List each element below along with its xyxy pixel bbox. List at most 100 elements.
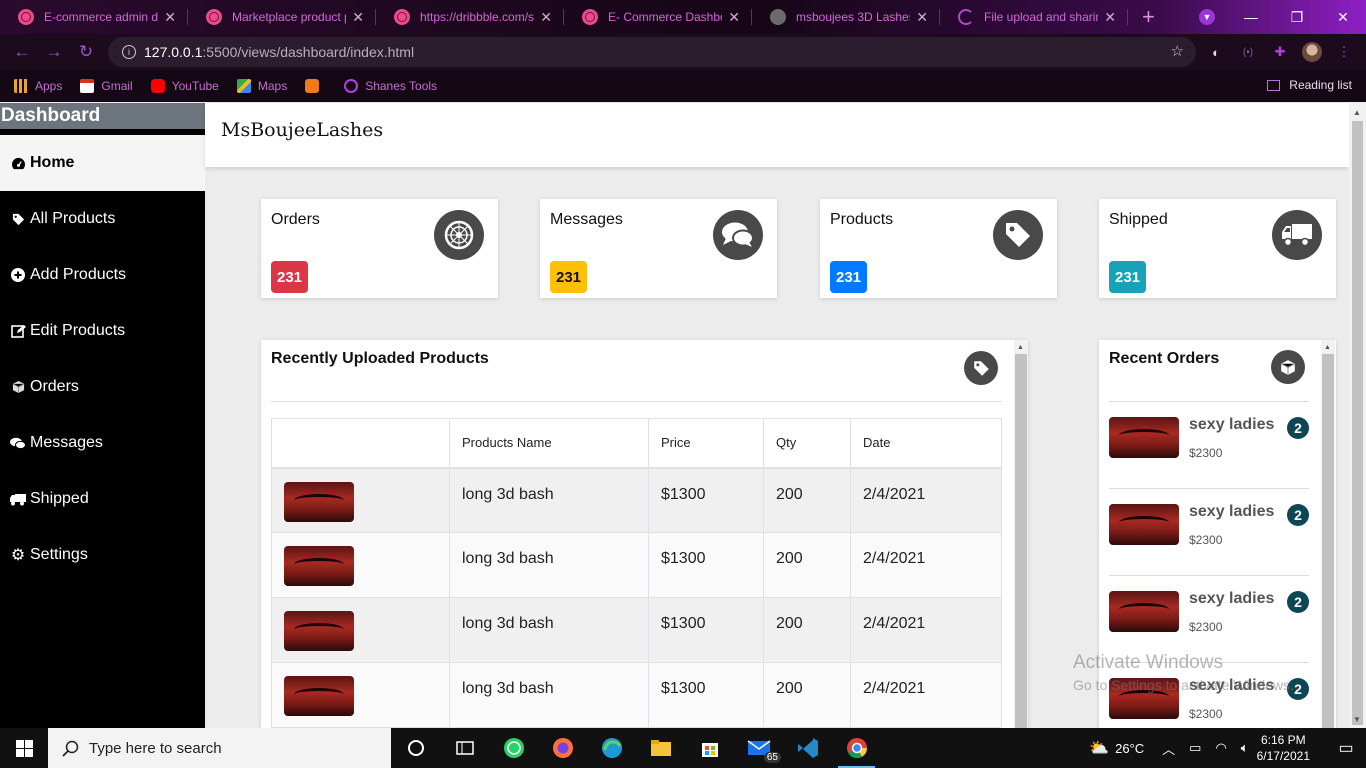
browser-tab[interactable]: E-commerce admin da ✕ <box>0 0 188 34</box>
scrollbar-thumb[interactable] <box>1015 354 1027 728</box>
browser-tab[interactable]: Marketplace product p ✕ <box>188 0 376 34</box>
table-row[interactable]: long 3d bash $1300 200 2/4/2021 <box>271 467 1002 533</box>
window-controls: — ❐ ✕ <box>1228 0 1366 34</box>
stat-card-orders[interactable]: Orders 231 <box>261 199 498 298</box>
browser-tab[interactable]: File upload and sharin ✕ <box>940 0 1128 34</box>
sidebar-item-shipped[interactable]: Shipped <box>0 471 205 527</box>
mail-button[interactable]: 65 <box>734 728 783 768</box>
chevron-down-icon[interactable]: ▼ <box>1199 9 1215 25</box>
scroll-down-icon[interactable]: ▼ <box>1353 715 1361 724</box>
browser-tab[interactable]: E- Commerce Dashbo ✕ <box>564 0 752 34</box>
firefox-button[interactable] <box>538 728 587 768</box>
url-input[interactable]: i 127.0.0.1:5500/views/dashboard/index.h… <box>108 37 1196 67</box>
restore-button[interactable]: ❐ <box>1274 0 1320 34</box>
task-view-button[interactable] <box>440 728 489 768</box>
page-scrollbar[interactable]: ▲ ▼ <box>1349 103 1366 728</box>
sidebar-item-add-products[interactable]: Add Products <box>0 247 205 303</box>
edge-button[interactable] <box>587 728 636 768</box>
close-icon[interactable]: ✕ <box>352 9 364 26</box>
gmail-icon <box>80 79 95 93</box>
sidebar-item-orders[interactable]: Orders <box>0 359 205 415</box>
sidebar-item-home[interactable]: Home <box>0 135 205 191</box>
file-explorer-button[interactable] <box>636 728 685 768</box>
cog-icon: ⚙ <box>10 547 26 564</box>
list-item[interactable]: sexy ladies $2300 2 <box>1109 576 1309 663</box>
bookmark-maps[interactable]: Maps <box>236 79 287 93</box>
battery-icon[interactable]: ▭ <box>1189 740 1201 756</box>
address-bar: ← → ↻ i 127.0.0.1:5500/views/dashboard/i… <box>0 34 1366 70</box>
truck-icon <box>1272 210 1322 260</box>
bookmark-star-icon[interactable]: ☆ <box>1171 42 1184 60</box>
youtube-icon <box>150 79 165 93</box>
windows-start-button[interactable] <box>0 728 48 768</box>
table-row[interactable]: long 3d bash $1300 200 2/4/2021 <box>271 662 1002 728</box>
column-header: Products Name <box>449 418 649 469</box>
profile-avatar[interactable] <box>1302 42 1322 62</box>
bookmark-apps[interactable]: Apps <box>14 79 62 93</box>
reading-list-label: Reading list <box>1289 78 1352 92</box>
product-price: $1300 <box>648 467 764 533</box>
back-arrow-icon[interactable]: ← <box>6 42 38 62</box>
weather-temperature[interactable]: 26°C <box>1115 741 1144 756</box>
close-icon[interactable]: ✕ <box>164 9 176 26</box>
list-item[interactable]: sexy ladies $2300 2 <box>1109 489 1309 576</box>
new-tab-button[interactable]: + <box>1142 4 1155 30</box>
bookmark-extension[interactable] <box>305 79 326 93</box>
extension-icon[interactable]: ◐ <box>1206 42 1226 62</box>
taskbar-search-input[interactable]: Type here to search <box>48 728 391 768</box>
volume-icon[interactable]: 🔈︎ <box>1241 740 1249 756</box>
menu-dots-icon[interactable]: ⋮ <box>1334 42 1354 62</box>
browser-tab-bar: E-commerce admin da ✕ Marketplace product… <box>0 0 1366 34</box>
vscode-button[interactable] <box>783 728 832 768</box>
chrome-button[interactable] <box>832 728 881 768</box>
bookmark-youtube[interactable]: YouTube <box>150 79 219 93</box>
weather-cloud-icon[interactable]: ⛅ <box>1089 738 1109 758</box>
whatsapp-button[interactable] <box>489 728 538 768</box>
wifi-icon[interactable]: ◠ <box>1215 740 1226 756</box>
sidebar-item-edit-products[interactable]: Edit Products <box>0 303 205 359</box>
windows-logo-icon <box>15 739 33 757</box>
sidebar-item-settings[interactable]: ⚙ Settings <box>0 527 205 583</box>
store-icon <box>701 743 718 757</box>
close-icon[interactable]: ✕ <box>728 9 740 26</box>
product-date: 2/4/2021 <box>850 662 1002 728</box>
close-icon[interactable]: ✕ <box>540 9 552 26</box>
cortana-button[interactable] <box>391 728 440 768</box>
cast-icon[interactable]: (•) <box>1238 42 1258 62</box>
browser-tab[interactable]: https://dribbble.com/s ✕ <box>376 0 564 34</box>
taskbar-clock[interactable]: 6:16 PM 6/17/2021 <box>1257 732 1310 764</box>
scroll-up-icon[interactable]: ▲ <box>1017 344 1024 351</box>
sidebar-item-all-products[interactable]: All Products <box>0 191 205 247</box>
panel-scrollbar[interactable]: ▲ <box>1321 340 1335 728</box>
puzzle-icon[interactable]: ✚ <box>1270 42 1290 62</box>
list-item[interactable]: sexy ladies $2300 2 <box>1109 402 1309 489</box>
panel-scrollbar[interactable]: ▲ <box>1014 340 1028 728</box>
chevron-up-icon[interactable]: ︿ <box>1162 739 1175 758</box>
info-icon[interactable]: i <box>122 45 136 59</box>
sidebar-item-label: Shipped <box>30 490 89 507</box>
notification-icon[interactable]: ▭ <box>1326 738 1366 758</box>
stat-card-shipped[interactable]: Shipped 231 <box>1099 199 1336 298</box>
close-icon[interactable]: ✕ <box>1104 9 1116 26</box>
stat-card-products[interactable]: Products 231 <box>820 199 1057 298</box>
reload-icon[interactable]: ↻ <box>70 42 102 62</box>
scroll-up-icon[interactable]: ▲ <box>1353 108 1361 117</box>
bookmark-gmail[interactable]: Gmail <box>80 79 133 93</box>
bookmark-shanes-tools[interactable]: Shanes Tools <box>344 79 437 93</box>
table-row[interactable]: long 3d bash $1300 200 2/4/2021 <box>271 597 1002 663</box>
url-path: :5500/views/dashboard/index.html <box>202 44 415 60</box>
table-row[interactable]: long 3d bash $1300 200 2/4/2021 <box>271 532 1002 598</box>
close-window-button[interactable]: ✕ <box>1320 0 1366 34</box>
scrollbar-thumb[interactable] <box>1322 354 1334 728</box>
store-button[interactable] <box>685 728 734 768</box>
scroll-up-icon[interactable]: ▲ <box>1324 344 1331 351</box>
sidebar-item-messages[interactable]: Messages <box>0 415 205 471</box>
stat-card-messages[interactable]: Messages 231 <box>540 199 777 298</box>
reading-list-button[interactable]: Reading list <box>1267 78 1352 92</box>
browser-tab-active[interactable]: msboujees 3D Lashes ✕ <box>752 0 940 34</box>
scrollbar-thumb[interactable] <box>1352 121 1363 725</box>
forward-arrow-icon[interactable]: → <box>38 42 70 62</box>
tag-icon <box>10 213 26 226</box>
minimize-button[interactable]: — <box>1228 0 1274 34</box>
close-icon[interactable]: ✕ <box>916 9 928 26</box>
